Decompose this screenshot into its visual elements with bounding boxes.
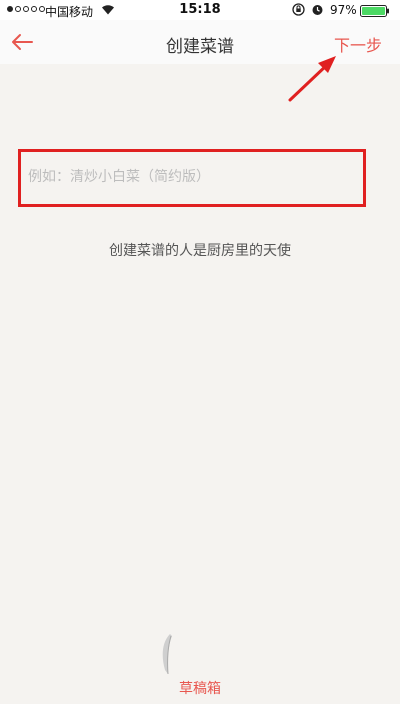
annotation-arrow-icon	[288, 56, 336, 102]
rotation-lock-icon	[292, 3, 305, 16]
battery-percent: 97%	[330, 3, 357, 17]
battery-icon	[360, 5, 389, 17]
tagline: 创建菜谱的人是厨房里的天使	[109, 243, 291, 259]
alarm-icon	[312, 5, 323, 15]
nav-bar: 创建菜谱 下一步	[0, 20, 400, 64]
recipe-name-input[interactable]	[28, 166, 358, 188]
feather-icon	[162, 634, 172, 675]
create-recipe-screen: 中国移动 15:18 97% 创建菜谱 下一步 例如：清炒小白菜（简约版） 创建…	[0, 0, 400, 704]
status-bar: 中国移动 15:18 97%	[0, 0, 400, 20]
next-step-button[interactable]: 下一步	[334, 32, 382, 56]
drafts-button[interactable]: 草稿箱	[0, 678, 400, 698]
